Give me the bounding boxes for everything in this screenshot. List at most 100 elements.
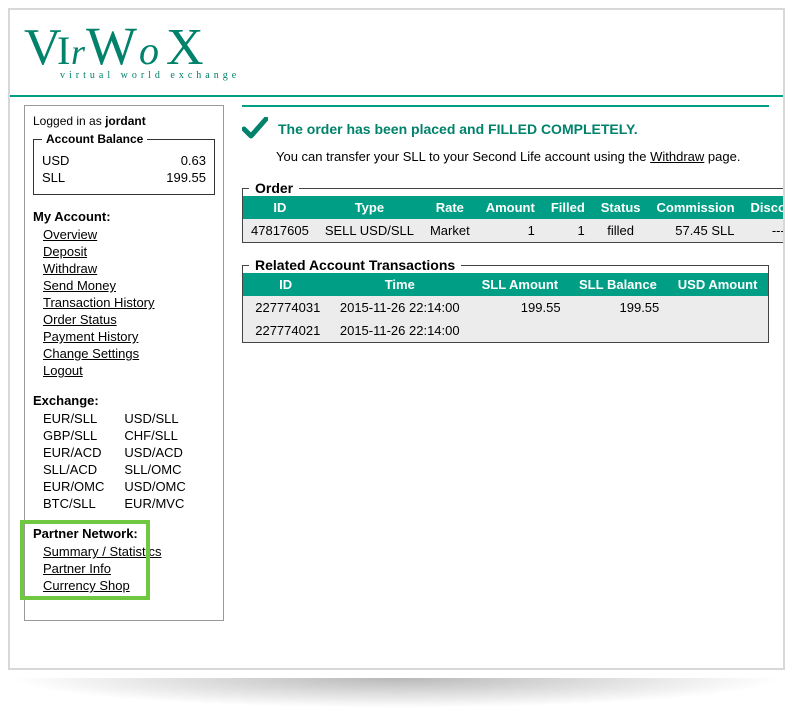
col-sll-bal: SLL Balance [569, 273, 668, 296]
nav-send-money[interactable]: Send Money [43, 278, 116, 293]
nav-currency-shop[interactable]: Currency Shop [43, 578, 130, 593]
pair-eur-sll[interactable]: EUR/SLL [43, 411, 97, 426]
cell-usd-amt [667, 296, 768, 319]
my-account-list: Overview Deposit Withdraw Send Money Tra… [33, 226, 215, 379]
balance-val: 0.63 [181, 153, 206, 168]
cell-sll-amt [471, 319, 568, 342]
cell-sll-amt: 199.55 [471, 296, 568, 319]
table-row: 227774021 2015-11-26 22:14:00 [243, 319, 768, 342]
cell-status: filled [593, 219, 649, 242]
pair-sll-omc[interactable]: SLL/OMC [124, 462, 181, 477]
cell-amount: 1 [478, 219, 543, 242]
col-type: Type [317, 196, 422, 219]
confirm-message: The order has been placed and FILLED COM… [278, 121, 638, 137]
pair-usd-acd[interactable]: USD/ACD [124, 445, 183, 460]
table-row: 227774031 2015-11-26 22:14:00 199.55 199… [243, 296, 768, 319]
pair-chf-sll[interactable]: CHF/SLL [124, 428, 177, 443]
order-table: ID Type Rate Amount Filled Status Commis… [243, 196, 785, 242]
cell-sll-bal [569, 319, 668, 342]
instr-post: page. [704, 149, 740, 164]
table-row: 47817605 SELL USD/SLL Market 1 1 filled … [243, 219, 785, 242]
instr-pre: You can transfer your SLL to your Second… [276, 149, 650, 164]
cell-commission: 57.45 SLL [649, 219, 743, 242]
partner-heading: Partner Network: [33, 526, 215, 541]
balance-cur: USD [42, 153, 69, 168]
cell-time: 2015-11-26 22:14:00 [328, 296, 471, 319]
nav-withdraw[interactable]: Withdraw [43, 261, 97, 276]
check-icon [242, 117, 268, 141]
cell-time: 2015-11-26 22:14:00 [328, 319, 471, 342]
nav-order-status[interactable]: Order Status [43, 312, 117, 327]
order-panel: Order ID Type Rate Amount Filled Status … [242, 180, 785, 243]
cell-id: 47817605 [243, 219, 317, 242]
balance-legend: Account Balance [42, 132, 147, 146]
nav-tx-history[interactable]: Transaction History [43, 295, 155, 310]
cell-id: 227774021 [243, 319, 328, 342]
cell-rate: Market [422, 219, 478, 242]
cell-type: SELL USD/SLL [317, 219, 422, 242]
svg-text:W: W [86, 20, 137, 76]
nav-change-settings[interactable]: Change Settings [43, 346, 139, 361]
col-commission: Commission [649, 196, 743, 219]
nav-overview[interactable]: Overview [43, 227, 97, 242]
svg-text:r: r [71, 32, 86, 72]
balance-row: SLL 199.55 [42, 169, 206, 186]
main-divider [242, 105, 769, 107]
confirm-banner: The order has been placed and FILLED COM… [242, 117, 769, 141]
col-usd-amt: USD Amount [667, 273, 768, 296]
transfer-instruction: You can transfer your SLL to your Second… [276, 149, 769, 164]
pair-gbp-sll[interactable]: GBP/SLL [43, 428, 97, 443]
col-rate: Rate [422, 196, 478, 219]
nav-deposit[interactable]: Deposit [43, 244, 87, 259]
exchange-links: EUR/SLL GBP/SLL EUR/ACD SLL/ACD EUR/OMC … [33, 408, 215, 512]
logo: V I r W o X virtual world exchange [10, 10, 783, 89]
logged-in-user: jordant [105, 114, 146, 128]
virwox-logo-svg: V I r W o X virtual world exchange [24, 20, 264, 84]
svg-text:virtual world exchange: virtual world exchange [60, 70, 240, 81]
nav-partner-summary[interactable]: Summary / Statistics [43, 544, 161, 559]
col-discount: Discount [743, 196, 785, 219]
exchange-heading: Exchange: [33, 393, 215, 408]
withdraw-link[interactable]: Withdraw [650, 149, 704, 164]
col-filled: Filled [543, 196, 593, 219]
order-legend: Order [249, 180, 299, 196]
pair-eur-mvc[interactable]: EUR/MVC [124, 496, 184, 511]
pair-btc-sll[interactable]: BTC/SLL [43, 496, 96, 511]
drop-shadow [8, 678, 785, 708]
nav-logout[interactable]: Logout [43, 363, 83, 378]
transactions-legend: Related Account Transactions [249, 257, 461, 273]
transactions-panel: Related Account Transactions ID Time SLL… [242, 257, 769, 343]
partner-list: Summary / Statistics Partner Info Curren… [33, 543, 215, 594]
cell-usd-amt [667, 319, 768, 342]
logged-in-text: Logged in as jordant [33, 112, 215, 132]
svg-text:X: X [166, 20, 204, 76]
nav-partner-info[interactable]: Partner Info [43, 561, 111, 576]
pair-usd-sll[interactable]: USD/SLL [124, 411, 178, 426]
nav-payment-history[interactable]: Payment History [43, 329, 138, 344]
main-content: The order has been placed and FILLED COM… [242, 105, 769, 621]
col-amount: Amount [478, 196, 543, 219]
sidebar: Logged in as jordant Account Balance USD… [24, 105, 224, 621]
col-id: ID [243, 273, 328, 296]
cell-filled: 1 [543, 219, 593, 242]
app-window: V I r W o X virtual world exchange Logge… [8, 8, 785, 670]
my-account-heading: My Account: [33, 209, 215, 224]
table-header-row: ID Type Rate Amount Filled Status Commis… [243, 196, 785, 219]
pair-eur-omc[interactable]: EUR/OMC [43, 479, 104, 494]
cell-discount: --- [743, 219, 785, 242]
pair-usd-omc[interactable]: USD/OMC [124, 479, 185, 494]
balance-box: Account Balance USD 0.63 SLL 199.55 [33, 132, 215, 195]
pair-sll-acd[interactable]: SLL/ACD [43, 462, 97, 477]
balance-val: 199.55 [166, 170, 206, 185]
cell-id: 227774031 [243, 296, 328, 319]
col-sll-amt: SLL Amount [471, 273, 568, 296]
balance-cur: SLL [42, 170, 65, 185]
svg-text:I: I [57, 28, 70, 73]
col-id: ID [243, 196, 317, 219]
svg-text:V: V [24, 20, 62, 76]
header-divider [10, 95, 783, 97]
transactions-table: ID Time SLL Amount SLL Balance USD Amoun… [243, 273, 768, 342]
table-header-row: ID Time SLL Amount SLL Balance USD Amoun… [243, 273, 768, 296]
pair-eur-acd[interactable]: EUR/ACD [43, 445, 102, 460]
col-status: Status [593, 196, 649, 219]
